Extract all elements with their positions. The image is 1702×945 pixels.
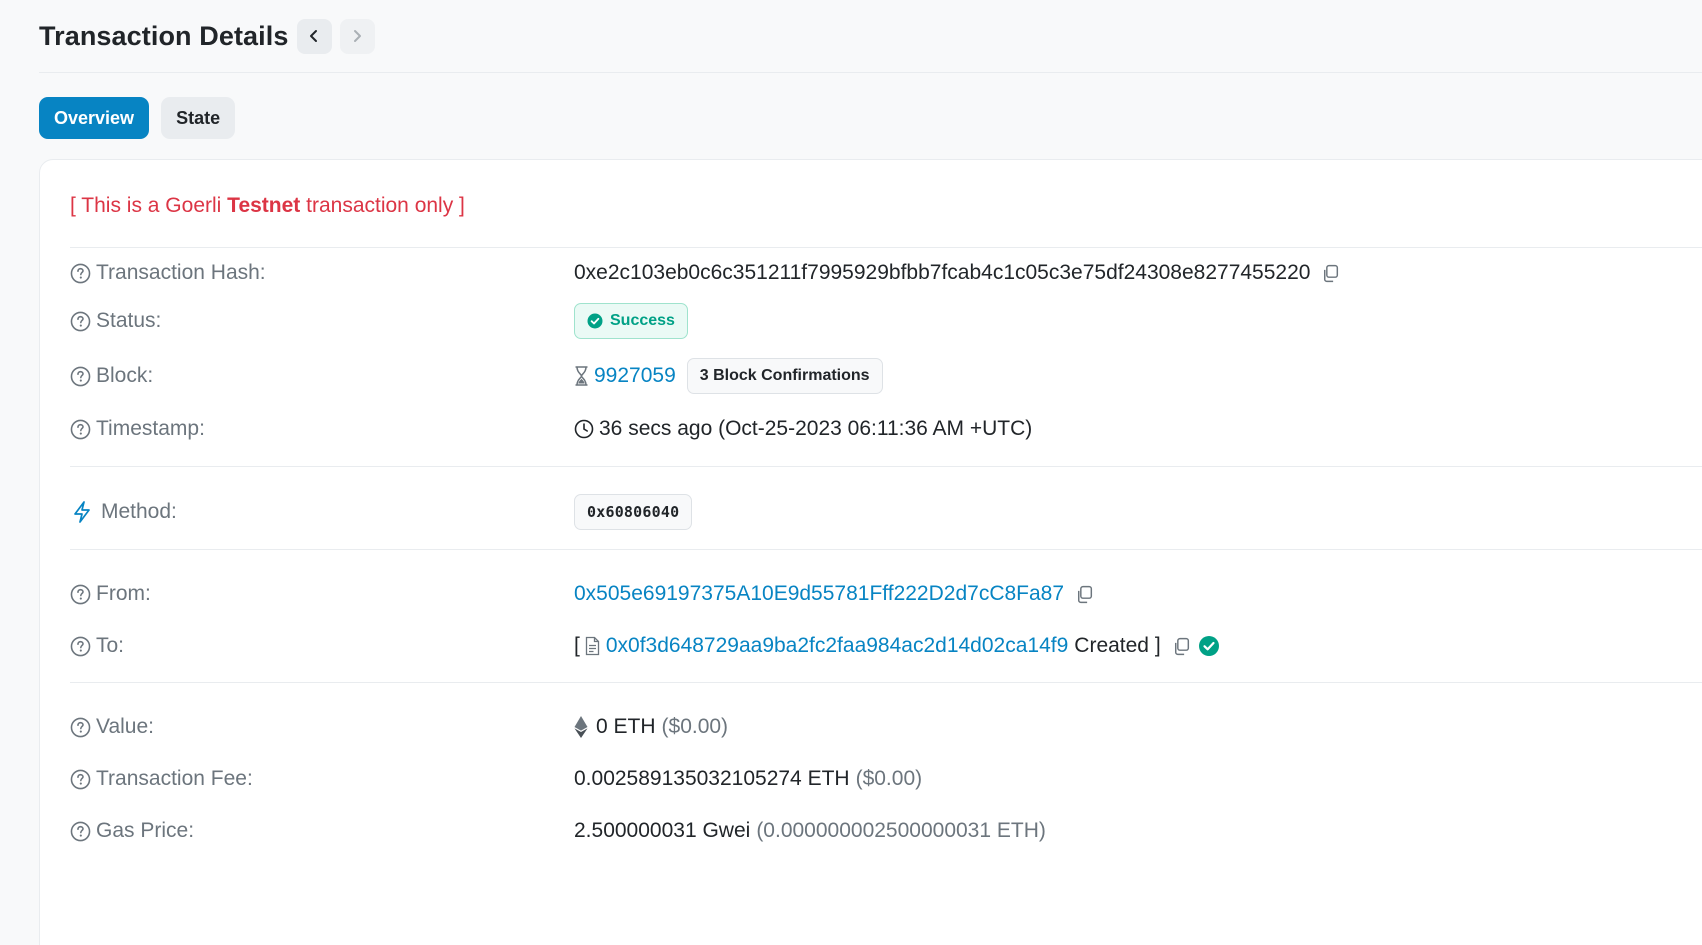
value-gas-price: 2.500000031 Gwei (0.000000002500000031 E… xyxy=(574,819,1046,843)
file-icon xyxy=(585,636,599,656)
label-value: Value: xyxy=(70,715,574,739)
value-status: Success xyxy=(574,303,688,339)
to-created-text: Created ] xyxy=(1074,634,1161,657)
label-text: Timestamp: xyxy=(96,417,205,440)
value-value: 0 ETH ($0.00) xyxy=(574,715,728,739)
row-status: Status: Success xyxy=(70,301,1702,341)
question-circle-icon[interactable] xyxy=(70,769,91,790)
question-circle-icon[interactable] xyxy=(70,263,91,284)
tab-state[interactable]: State xyxy=(161,97,236,139)
prev-transaction-button[interactable] xyxy=(296,18,332,54)
label-timestamp: Timestamp: xyxy=(70,417,574,441)
row-value: Value: 0 ETH ($0.00) xyxy=(70,707,1702,747)
chevron-left-icon xyxy=(310,30,317,42)
ethereum-icon xyxy=(574,716,588,738)
testnet-notice: [ This is a Goerli Testnet transaction o… xyxy=(70,194,465,218)
value-usd: ($0.00) xyxy=(661,715,729,738)
value-block: 9927059 3 Block Confirmations xyxy=(574,358,883,394)
row-gas-price: Gas Price: 2.500000031 Gwei (0.000000002… xyxy=(70,811,1702,851)
row-transaction-fee: Transaction Fee: 0.002589135032105274 ET… xyxy=(70,759,1702,799)
label-text: Gas Price: xyxy=(96,819,195,842)
label-transaction-hash: Transaction Hash: xyxy=(70,261,574,285)
row-from: From: 0x505e69197375A10E9d55781Fff222D2d… xyxy=(70,574,1702,614)
testnet-notice-prefix: [ This is a Goerli xyxy=(70,194,228,217)
status-text: Success xyxy=(610,312,675,329)
question-circle-icon[interactable] xyxy=(70,821,91,842)
next-transaction-button[interactable] xyxy=(339,18,375,54)
transaction-hash[interactable]: 0xe2c103eb0c6c351211f7995929bfbb7fcab4c1… xyxy=(574,261,1310,285)
lightning-icon[interactable] xyxy=(73,501,91,523)
value-from: 0x505e69197375A10E9d55781Fff222D2d7cC8Fa… xyxy=(574,582,1095,606)
divider xyxy=(70,549,1702,550)
status-badge: Success xyxy=(574,303,688,339)
value-transaction-fee: 0.002589135032105274 ETH ($0.00) xyxy=(574,767,922,791)
to-contract-link[interactable]: 0x0f3d648729aa9ba2fc2faa984ac2d14d02ca14… xyxy=(606,634,1068,658)
page-header: Transaction Details xyxy=(39,0,1702,73)
check-circle-icon xyxy=(587,313,603,329)
row-block: Block: 9927059 3 Block Confirmations xyxy=(70,356,1702,396)
label-gas-price: Gas Price: xyxy=(70,819,574,843)
value-transaction-hash: 0xe2c103eb0c6c351211f7995929bfbb7fcab4c1… xyxy=(574,261,1341,285)
question-circle-icon[interactable] xyxy=(70,584,91,605)
copy-icon[interactable] xyxy=(1171,636,1192,657)
page: Transaction Details Overview State [ Thi… xyxy=(0,0,1702,945)
clock-icon xyxy=(574,419,594,439)
label-from: From: xyxy=(70,582,574,606)
fee-usd: ($0.00) xyxy=(855,767,923,790)
question-circle-icon[interactable] xyxy=(70,366,91,387)
transaction-card: [ This is a Goerli Testnet transaction o… xyxy=(39,159,1702,945)
block-confirmations-badge: 3 Block Confirmations xyxy=(686,358,883,394)
question-circle-icon[interactable] xyxy=(70,636,91,657)
hourglass-icon xyxy=(575,366,588,386)
divider xyxy=(70,247,1702,248)
check-circle-icon xyxy=(1198,635,1220,657)
page-title: Transaction Details xyxy=(39,20,289,51)
label-to: To: xyxy=(70,634,574,658)
label-text: Block: xyxy=(96,364,154,387)
value-method: 0x60806040 xyxy=(574,494,693,530)
copy-icon[interactable] xyxy=(1074,584,1095,605)
row-method: Method: 0x60806040 xyxy=(70,492,1702,532)
block-number-link[interactable]: 9927059 xyxy=(594,364,676,388)
testnet-notice-suffix: transaction only ] xyxy=(300,194,465,217)
to-open-bracket: [ xyxy=(574,634,580,657)
label-text: Method: xyxy=(101,500,177,523)
label-text: From: xyxy=(96,582,151,605)
divider xyxy=(70,466,1702,467)
value-to: [ 0x0f3d648729aa9ba2fc2faa984ac2d14d02ca… xyxy=(574,634,1220,658)
value-timestamp: 36 secs ago (Oct-25-2023 06:11:36 AM +UT… xyxy=(574,417,1032,441)
tab-bar: Overview State xyxy=(39,97,236,139)
value-amount: 0 ETH xyxy=(596,715,656,738)
timestamp-text: 36 secs ago (Oct-25-2023 06:11:36 AM +UT… xyxy=(599,417,1033,440)
question-circle-icon[interactable] xyxy=(70,717,91,738)
row-transaction-hash: Transaction Hash: 0xe2c103eb0c6c351211f7… xyxy=(70,251,1702,295)
label-transaction-fee: Transaction Fee: xyxy=(70,767,574,791)
label-status: Status: xyxy=(70,309,574,333)
chevron-right-icon xyxy=(354,30,361,42)
question-circle-icon[interactable] xyxy=(70,311,91,332)
testnet-notice-bold: Testnet xyxy=(227,194,301,217)
question-circle-icon[interactable] xyxy=(70,419,91,440)
label-text: Status: xyxy=(96,309,162,332)
gas-amount: 2.500000031 Gwei xyxy=(574,819,751,842)
divider xyxy=(70,682,1702,683)
from-address-link[interactable]: 0x505e69197375A10E9d55781Fff222D2d7cC8Fa… xyxy=(574,582,1064,606)
row-to: To: [ 0x0f3d648729aa9ba2fc2faa984ac2d14d… xyxy=(70,626,1702,666)
label-block: Block: xyxy=(70,364,574,388)
copy-icon[interactable] xyxy=(1320,263,1341,284)
label-text: Transaction Fee: xyxy=(96,767,253,790)
fee-amount: 0.002589135032105274 ETH xyxy=(574,767,850,790)
label-text: Value: xyxy=(96,715,154,738)
row-timestamp: Timestamp: 36 secs ago (Oct-25-2023 06:1… xyxy=(70,409,1702,449)
method-badge: 0x60806040 xyxy=(574,494,693,530)
gas-eth: (0.000000002500000031 ETH) xyxy=(756,819,1046,842)
label-text: To: xyxy=(96,634,125,657)
label-text: Transaction Hash: xyxy=(96,261,266,284)
tab-overview[interactable]: Overview xyxy=(39,97,150,139)
label-method: Method: xyxy=(70,500,574,524)
